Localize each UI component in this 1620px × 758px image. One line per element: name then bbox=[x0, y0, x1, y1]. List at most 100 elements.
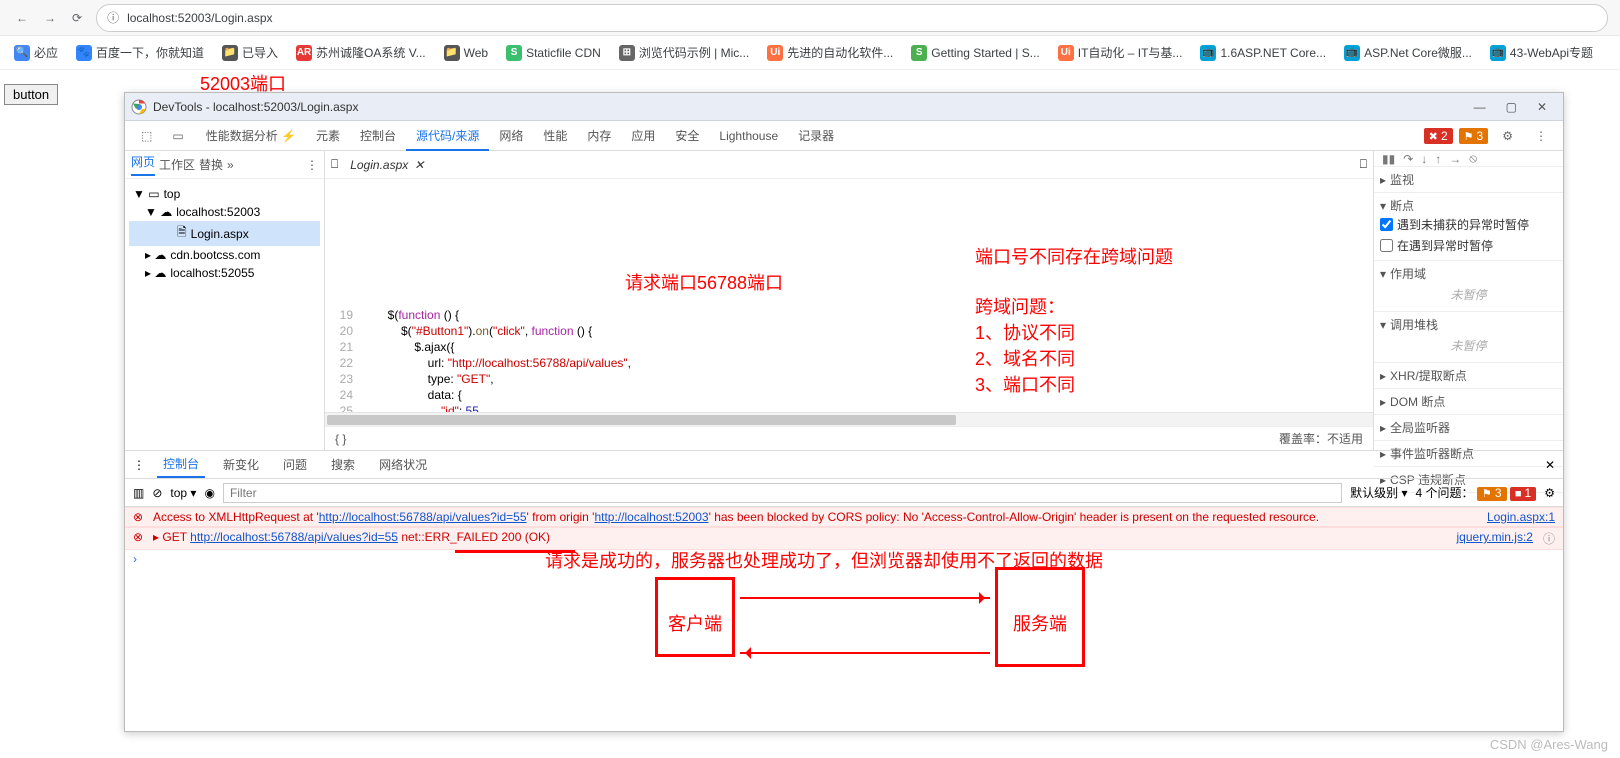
gear-icon[interactable]: ⚙ bbox=[1544, 486, 1555, 500]
clear-console-icon[interactable]: ⊘ bbox=[152, 486, 162, 500]
drawer-tab-console[interactable]: 控制台 bbox=[157, 451, 205, 478]
watermark: CSDN @Ares-Wang bbox=[1490, 737, 1608, 752]
devtools-tab[interactable]: 内存 bbox=[577, 123, 621, 149]
step-into-icon[interactable]: ↓ bbox=[1421, 152, 1427, 166]
bookmark-item[interactable]: 📺43-WebApi专题 bbox=[1484, 40, 1599, 65]
source-link[interactable]: jquery.min.js:2 bbox=[1457, 530, 1533, 544]
close-drawer-icon[interactable]: ✕ bbox=[1545, 458, 1555, 472]
info-icon[interactable]: ⓘ bbox=[1543, 530, 1555, 547]
drawer-tab-search[interactable]: 搜索 bbox=[325, 452, 361, 477]
chrome-icon bbox=[131, 99, 147, 115]
device-icon[interactable]: ▭ bbox=[164, 125, 191, 147]
file-tab-login[interactable]: Login.aspx✕ bbox=[344, 156, 430, 174]
code-editor[interactable]: 请求端口56788端口 端口号不同存在跨域问题 跨域问题： 1、协议不同 2、域… bbox=[325, 179, 1373, 412]
deactivate-bp-icon[interactable]: ⦸ bbox=[1469, 151, 1477, 166]
close-icon[interactable]: ✕ bbox=[414, 158, 424, 172]
devtools-tab[interactable]: 元素 bbox=[306, 123, 350, 149]
bookmark-item[interactable]: Ui先进的自动化软件... bbox=[761, 40, 899, 65]
kebab-icon[interactable]: ⋮ bbox=[133, 458, 145, 472]
bookmark-item[interactable]: 🐾百度一下，你就知道 bbox=[70, 40, 210, 65]
step-out-icon[interactable]: ↑ bbox=[1435, 152, 1441, 166]
annotation-server-box: 服务端 bbox=[995, 567, 1085, 667]
window-min-icon[interactable]: — bbox=[1464, 96, 1496, 118]
browser-toolbar: ← → ⟳ ⓘ localhost:52003/Login.aspx bbox=[0, 0, 1620, 36]
annotation-cors-title: 端口号不同存在跨域问题 bbox=[975, 249, 1173, 265]
devtools-tab[interactable]: 控制台 bbox=[350, 123, 406, 149]
devtools-titlebar: DevTools - localhost:52003/Login.aspx — … bbox=[125, 93, 1563, 121]
console-body[interactable]: ⊗ Access to XMLHttpRequest at 'http://lo… bbox=[125, 507, 1563, 731]
drawer-tab-network[interactable]: 网络状况 bbox=[373, 452, 433, 477]
nav-reload-icon[interactable]: ⟳ bbox=[64, 7, 90, 29]
devtools-tab[interactable]: 性能数据分析 ⚡ bbox=[196, 123, 306, 149]
drawer-tab-changes[interactable]: 新变化 bbox=[217, 452, 265, 477]
devtools-window: DevTools - localhost:52003/Login.aspx — … bbox=[124, 92, 1564, 732]
bookmark-item[interactable]: 📺1.6ASP.NET Core... bbox=[1194, 41, 1332, 65]
bookmark-item[interactable]: 🔍必应 bbox=[8, 40, 64, 65]
link[interactable]: http://localhost:56788/api/values?id=55 bbox=[190, 530, 398, 544]
inspect-icon[interactable]: ⬚ bbox=[133, 125, 160, 147]
window-max-icon[interactable]: ▢ bbox=[1496, 96, 1527, 118]
nav-tab-overrides[interactable]: 替换 bbox=[199, 156, 223, 173]
kebab-icon[interactable]: ⋮ bbox=[1527, 125, 1555, 147]
devtools-tab[interactable]: 网络 bbox=[489, 123, 533, 149]
devtools-title: DevTools - localhost:52003/Login.aspx bbox=[153, 100, 1464, 114]
error-icon: ⊗ bbox=[133, 510, 147, 524]
link[interactable]: http://localhost:56788/api/values?id=55 bbox=[319, 510, 527, 524]
nav-tab-page[interactable]: 网页 bbox=[131, 153, 155, 176]
nav-back-icon[interactable]: ← bbox=[8, 7, 36, 29]
warn-count-badge[interactable]: ⚑ 3 bbox=[1459, 128, 1489, 144]
devtools-tab[interactable]: Lighthouse bbox=[709, 123, 788, 149]
sources-editor: ⎕ Login.aspx✕ ⎕ 请求端口56788端口 端口号不同存在跨域问题 … bbox=[325, 151, 1373, 450]
pretty-print-icon[interactable]: { } bbox=[335, 432, 346, 446]
step-over-icon[interactable]: ↷ bbox=[1403, 152, 1413, 166]
bookmark-item[interactable]: 📺ASP.Net Core微服... bbox=[1338, 40, 1478, 65]
page-button[interactable]: button bbox=[4, 84, 58, 105]
drawer-tab-issues[interactable]: 问题 bbox=[277, 452, 313, 477]
sidebar-toggle-icon[interactable]: ⎕ bbox=[331, 157, 338, 172]
devtools-tab[interactable]: 记录器 bbox=[788, 123, 844, 149]
arrow-icon bbox=[740, 597, 990, 599]
address-bar[interactable]: ⓘ localhost:52003/Login.aspx bbox=[96, 4, 1608, 32]
error-icon: ⊗ bbox=[133, 530, 147, 544]
devtools-tab[interactable]: 应用 bbox=[621, 123, 665, 149]
sidebar-toggle-icon[interactable]: ▥ bbox=[133, 486, 144, 500]
devtools-tab[interactable]: 源代码/来源 bbox=[406, 123, 489, 151]
link[interactable]: http://localhost:52003 bbox=[594, 510, 708, 524]
bp-caught-checkbox[interactable]: 在遇到异常时暂停 bbox=[1380, 235, 1557, 256]
bookmark-item[interactable]: 📁Web bbox=[438, 41, 494, 65]
context-select[interactable]: top ▾ bbox=[170, 486, 196, 500]
bookmark-item[interactable]: SStaticfile CDN bbox=[500, 41, 607, 65]
devtools-tab[interactable]: 安全 bbox=[665, 123, 709, 149]
gear-icon[interactable]: ⚙ bbox=[1494, 125, 1521, 147]
bookmark-item[interactable]: ⊞浏览代码示例 | Mic... bbox=[613, 40, 755, 65]
bookmark-item[interactable]: 📁已导入 bbox=[216, 40, 284, 65]
sources-navigator: 网页 工作区 替换 » ⋮ ▼ ▭top ▼ ☁localhost:52003 … bbox=[125, 151, 325, 450]
console-msg-cors: ⊗ Access to XMLHttpRequest at 'http://lo… bbox=[125, 507, 1563, 527]
kebab-icon[interactable]: ⋮ bbox=[306, 158, 318, 172]
pause-icon[interactable]: ▮▮ bbox=[1382, 152, 1395, 166]
level-select[interactable]: 默认级别 ▾ bbox=[1350, 484, 1407, 501]
error-count-badge[interactable]: ✖ 2 bbox=[1424, 128, 1453, 144]
window-close-icon[interactable]: ✕ bbox=[1527, 96, 1557, 118]
arrow-icon bbox=[740, 652, 990, 654]
bookmark-item[interactable]: SGetting Started | S... bbox=[905, 41, 1046, 65]
source-link[interactable]: Login.aspx:1 bbox=[1487, 510, 1555, 524]
nav-forward-icon[interactable]: → bbox=[36, 7, 64, 29]
devtools-tab[interactable]: 性能 bbox=[533, 123, 577, 149]
bookmark-item[interactable]: AR苏州诚隆OA系统 V... bbox=[290, 40, 432, 65]
issues-label[interactable]: 4 个问题： ⚑ 3 ■ 1 bbox=[1416, 484, 1537, 501]
site-info-icon[interactable]: ⓘ bbox=[107, 9, 119, 26]
console-filter-input[interactable] bbox=[223, 483, 1342, 503]
coverage-label: 覆盖率：不适用 bbox=[1279, 430, 1363, 447]
annotation-request-port: 请求端口56788端口 bbox=[625, 275, 783, 291]
file-tree[interactable]: ▼ ▭top ▼ ☁localhost:52003 🗎Login.aspx ▸ … bbox=[125, 179, 324, 288]
step-icon[interactable]: → bbox=[1449, 152, 1461, 166]
nav-tab-more[interactable]: » bbox=[227, 158, 234, 172]
eye-icon[interactable]: ◉ bbox=[204, 486, 214, 500]
sidebar-toggle-right-icon[interactable]: ⎕ bbox=[1360, 157, 1367, 172]
h-scrollbar[interactable] bbox=[325, 412, 1373, 426]
bookmark-item[interactable]: UiIT自动化 – IT与基... bbox=[1052, 40, 1189, 65]
devtools-tabbar: ⬚ ▭ 性能数据分析 ⚡元素控制台源代码/来源网络性能内存应用安全Lightho… bbox=[125, 121, 1563, 151]
nav-tab-workspace[interactable]: 工作区 bbox=[159, 156, 195, 173]
bp-uncaught-checkbox[interactable]: 遇到未捕获的异常时暂停 bbox=[1380, 214, 1557, 235]
